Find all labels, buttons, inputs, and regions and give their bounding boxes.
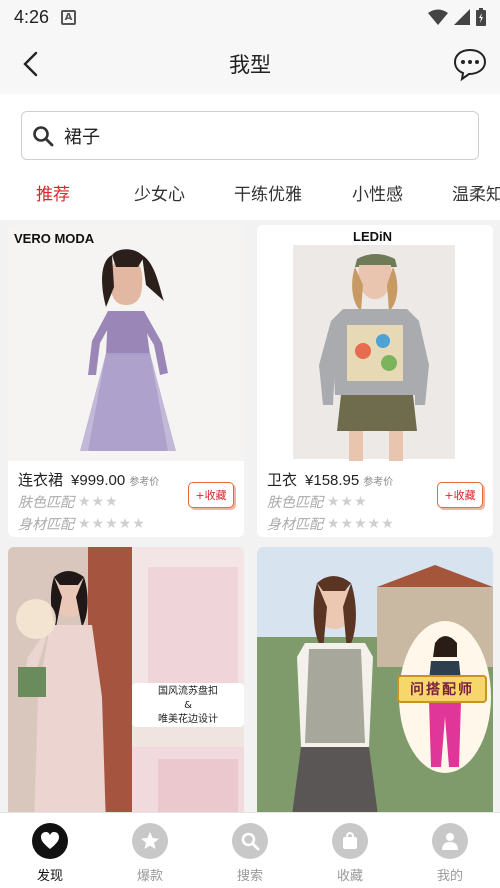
tab-girly[interactable]: 少女心 — [134, 180, 185, 205]
caption-box: 国风流苏盘扣 & 唯美花边设计 — [132, 683, 244, 727]
nav-profile[interactable]: 我的 — [400, 813, 500, 888]
body-match-stars: ★★★★★ — [78, 516, 146, 532]
star-icon — [132, 823, 168, 859]
search-box[interactable] — [21, 111, 479, 160]
nav-favorites[interactable]: 收藏 — [300, 813, 400, 888]
search-icon — [232, 823, 268, 859]
skin-match-label: 肤色匹配 — [267, 495, 323, 511]
caption-line: 唯美花边设计 — [158, 714, 218, 725]
nav-label: 收藏 — [336, 869, 363, 884]
bottom-nav: 发现 爆款 搜索 收藏 我的 — [0, 812, 500, 888]
page-title: 我型 — [229, 53, 271, 77]
product-price: ¥158.95 — [305, 472, 360, 489]
skin-match: 肤色匹配 ★★★ — [267, 492, 395, 512]
product-category: 卫衣 — [267, 471, 298, 489]
nav-label: 发现 — [36, 869, 63, 884]
product-photo — [8, 225, 244, 461]
nav-search[interactable]: 搜索 — [200, 813, 300, 888]
plus-icon: + — [444, 488, 454, 502]
caption-line: & — [184, 700, 192, 711]
bag-icon — [332, 823, 368, 859]
product-price: ¥999.00 — [71, 472, 126, 489]
favorite-label: 收藏 — [204, 489, 227, 502]
product-card[interactable]: 国风流苏盘扣 & 唯美花边设计 — [8, 547, 244, 812]
skin-match-label: 肤色匹配 — [18, 495, 74, 511]
chevron-left-icon — [23, 51, 38, 77]
status-icons — [428, 8, 486, 26]
status-bar: 4:26 A — [0, 0, 500, 34]
notification-a-icon: A — [61, 9, 77, 25]
person-icon — [432, 823, 468, 859]
ask-stylist-label: 问搭配师 — [410, 682, 474, 698]
search-input[interactable] — [64, 125, 444, 146]
plus-icon: + — [195, 488, 205, 502]
skin-match-stars: ★★★ — [327, 494, 368, 510]
product-feed: VERO MODA 连衣裙 ¥999.00 参考价 肤色匹配 ★★★ 身材匹配 … — [0, 220, 500, 812]
heart-icon — [32, 823, 68, 859]
favorite-label: 收藏 — [453, 489, 476, 502]
product-card[interactable]: VERO MODA 连衣裙 ¥999.00 参考价 肤色匹配 ★★★ 身材匹配 … — [8, 225, 244, 537]
product-photo — [257, 225, 493, 461]
tab-recommend[interactable]: 推荐 — [36, 180, 70, 205]
caption-line: 国风流苏盘扣 — [158, 686, 218, 697]
nav-label: 我的 — [436, 869, 463, 884]
tab-elegant[interactable]: 干练优雅 — [234, 180, 302, 205]
product-category: 连衣裙 — [18, 471, 64, 489]
nav-label: 爆款 — [136, 869, 163, 884]
back-button[interactable] — [14, 48, 46, 80]
body-match: 身材匹配 ★★★★★ — [18, 514, 159, 534]
body-match-label: 身材匹配 — [267, 517, 323, 533]
category-tabs: 推荐 少女心 干练优雅 小性感 温柔知 — [0, 174, 500, 214]
brand-logo: LEDiN — [353, 229, 392, 244]
message-button[interactable] — [452, 46, 488, 82]
body-match-stars: ★★★★★ — [327, 516, 395, 532]
product-info: 卫衣 ¥158.95 参考价 肤色匹配 ★★★ 身材匹配 ★★★★★ — [267, 469, 395, 534]
battery-icon — [476, 8, 486, 26]
search-icon — [33, 125, 54, 146]
reference-price-label: 参考价 — [129, 477, 160, 488]
body-match: 身材匹配 ★★★★★ — [267, 514, 395, 534]
wifi-icon — [428, 9, 448, 25]
skin-match: 肤色匹配 ★★★ — [18, 492, 159, 512]
chat-bubble-icon — [453, 48, 487, 82]
body-match-label: 身材匹配 — [18, 517, 74, 533]
product-photo — [8, 547, 244, 812]
nav-hot[interactable]: 爆款 — [100, 813, 200, 888]
tab-gentle[interactable]: 温柔知 — [452, 180, 500, 205]
nav-label: 搜索 — [236, 869, 263, 884]
brand-logo: VERO MODA — [14, 231, 95, 246]
favorite-button[interactable]: + 收藏 — [188, 482, 234, 508]
signal-icon — [454, 9, 470, 25]
ask-stylist-button[interactable]: 问搭配师 — [397, 675, 487, 703]
title-bar: 我型 — [0, 34, 500, 94]
product-card[interactable]: 问搭配师 — [257, 547, 493, 812]
tab-label: 推荐 — [36, 185, 70, 205]
search-section: 推荐 少女心 干练优雅 小性感 温柔知 — [0, 94, 500, 220]
skin-match-stars: ★★★ — [78, 494, 119, 510]
product-info: 连衣裙 ¥999.00 参考价 肤色匹配 ★★★ 身材匹配 ★★★★★ — [18, 469, 159, 534]
tab-sexy[interactable]: 小性感 — [352, 180, 403, 205]
reference-price-label: 参考价 — [363, 477, 394, 488]
status-time: 4:26 — [14, 6, 50, 27]
favorite-button[interactable]: + 收藏 — [437, 482, 483, 508]
product-card[interactable]: LEDiN 卫衣 ¥158.95 参考价 肤色匹配 ★★★ 身材匹配 ★★★★★… — [257, 225, 493, 537]
nav-discover[interactable]: 发现 — [0, 813, 100, 888]
